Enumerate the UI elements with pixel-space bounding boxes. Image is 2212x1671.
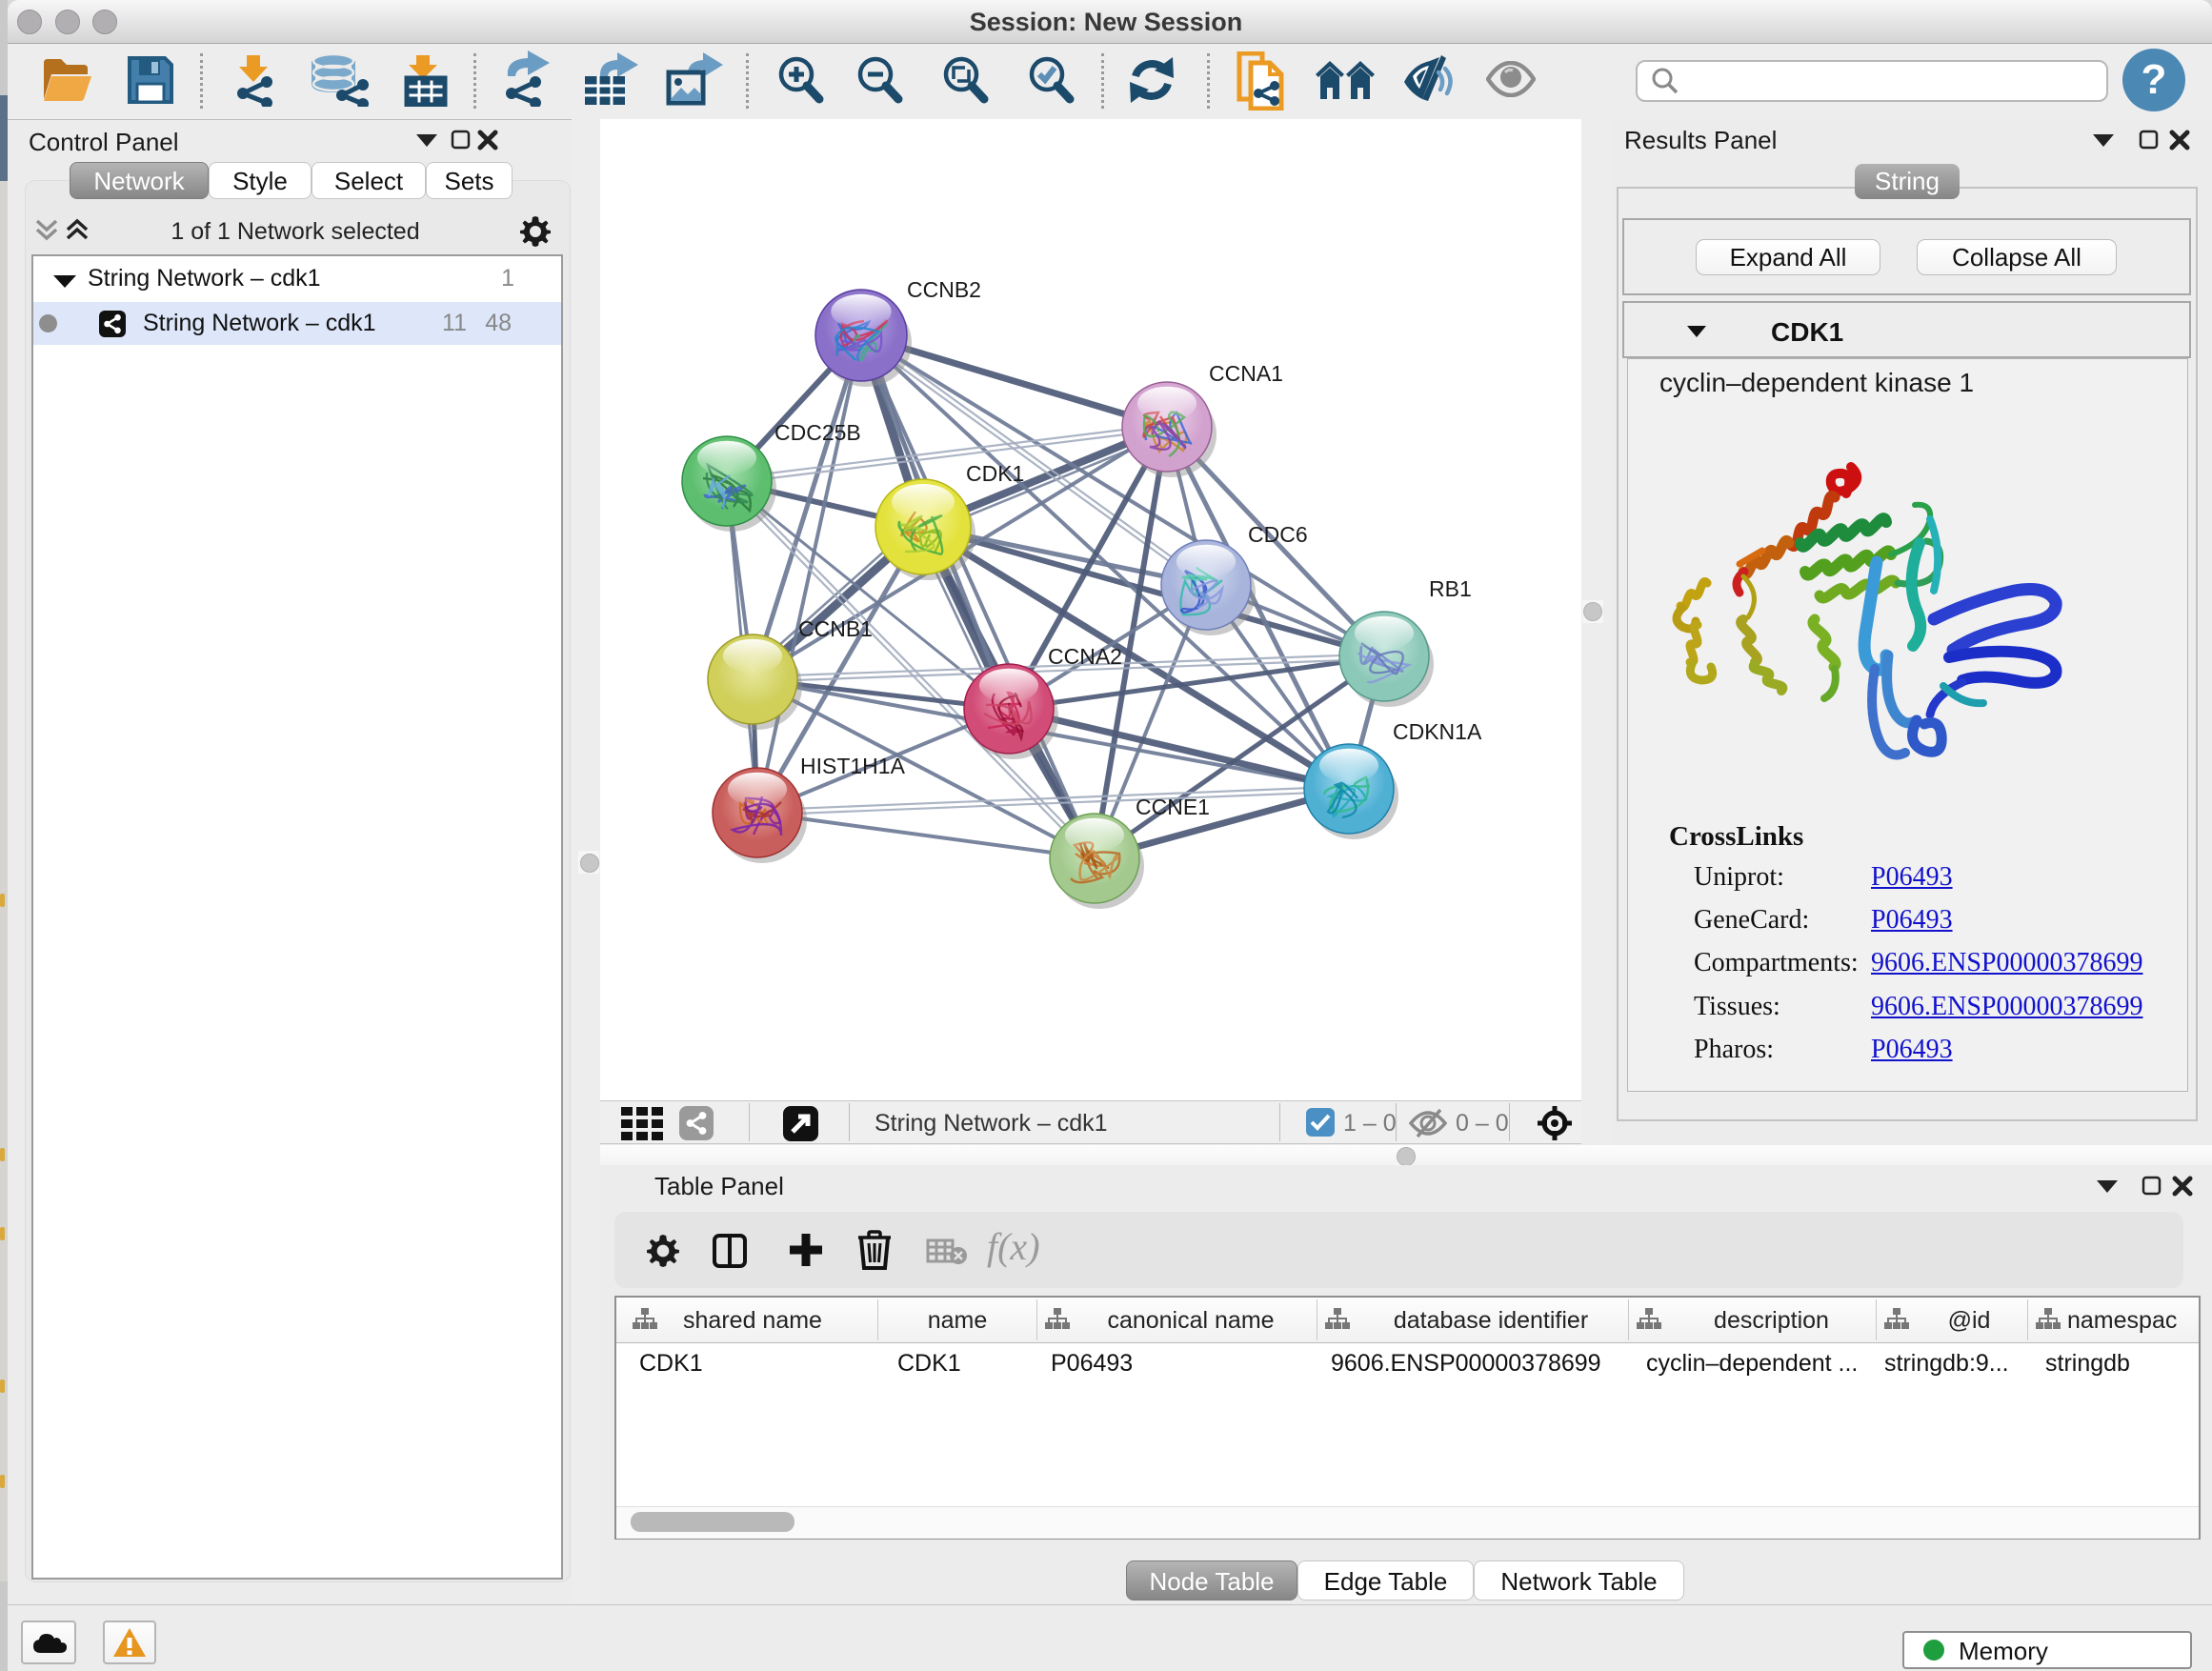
svg-text:CCNB2: CCNB2 (907, 277, 981, 302)
svg-text:RB1: RB1 (1429, 576, 1472, 601)
svg-text:CDC6: CDC6 (1248, 522, 1308, 547)
svg-text:HIST1H1A: HIST1H1A (800, 754, 906, 778)
svg-text:CCNB1: CCNB1 (798, 616, 873, 641)
svg-text:CCNA1: CCNA1 (1209, 361, 1283, 386)
svg-text:?: ? (2142, 56, 2167, 103)
svg-text:CCNA2: CCNA2 (1048, 644, 1122, 669)
svg-text:CDK1: CDK1 (966, 461, 1024, 486)
svg-text:CCNE1: CCNE1 (1136, 795, 1210, 819)
svg-text:CDKN1A: CDKN1A (1393, 719, 1482, 744)
svg-text:CDC25B: CDC25B (774, 420, 861, 445)
